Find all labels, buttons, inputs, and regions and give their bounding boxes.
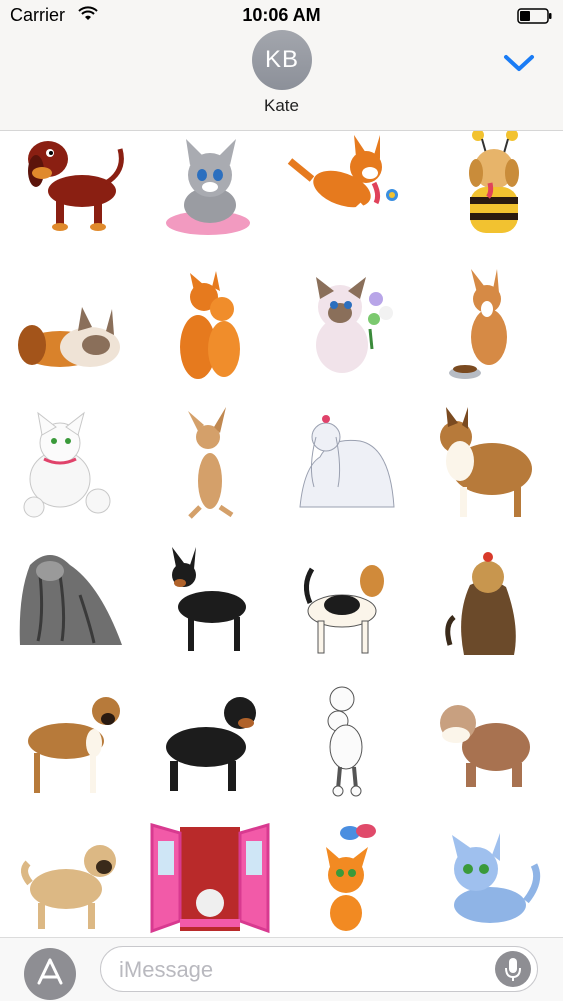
gray-kitten-icon xyxy=(166,139,250,235)
sticker-dachshund[interactable] xyxy=(10,131,130,251)
boxer-icon xyxy=(28,697,120,793)
sticker-beagle[interactable] xyxy=(290,545,410,665)
rottweiler-icon xyxy=(166,697,256,791)
kitten-window-icon xyxy=(150,823,270,934)
blue-kitten-icon xyxy=(452,833,541,923)
siamese-cat-icon xyxy=(316,277,393,373)
sticker-gray-kitten-on-cushion[interactable] xyxy=(150,131,270,251)
sticker-afghan-hound[interactable] xyxy=(10,545,130,665)
poodle-icon xyxy=(327,686,363,797)
status-bar: Carrier 10:06 AM xyxy=(0,0,563,32)
contact-avatar[interactable]: KB xyxy=(252,30,312,90)
sticker-white-cat-with-kittens[interactable] xyxy=(10,407,130,527)
sleeping-pets-icon xyxy=(18,307,120,367)
composer-bar: iMessage xyxy=(0,937,563,1001)
app-store-button[interactable] xyxy=(24,948,76,1000)
sticker-yorkshire-terrier[interactable] xyxy=(430,545,550,665)
sticker-bulldog[interactable] xyxy=(430,683,550,803)
message-input[interactable]: iMessage xyxy=(100,946,538,992)
sticker-dog-with-food-bowl[interactable] xyxy=(435,269,555,389)
beagle-icon xyxy=(304,565,384,654)
pug-icon xyxy=(21,845,116,929)
sticker-collie[interactable] xyxy=(430,407,550,527)
sticker-blue-kitten[interactable] xyxy=(430,821,550,937)
yorkie-icon xyxy=(445,552,516,655)
sticker-siamese-cat-with-flowers[interactable] xyxy=(290,269,410,389)
chevron-down-icon[interactable] xyxy=(503,52,535,74)
sticker-boxer[interactable] xyxy=(10,683,130,803)
afghan-hound-icon xyxy=(19,555,122,645)
sticker-bee-puppy[interactable] xyxy=(430,131,550,251)
sticker-grid xyxy=(0,131,563,937)
dictation-button[interactable] xyxy=(495,951,531,987)
chihuahua-icon xyxy=(188,407,234,519)
running-dog-icon xyxy=(287,135,398,232)
sticker-sleeping-puppy-and-kitten[interactable] xyxy=(10,269,130,389)
collie-icon xyxy=(440,407,532,517)
battery-icon xyxy=(517,8,552,24)
sticker-running-corgi[interactable] xyxy=(284,131,404,251)
microphone-icon xyxy=(505,958,521,981)
clock: 10:06 AM xyxy=(242,5,321,25)
sticker-orange-cat-with-butterfly[interactable] xyxy=(290,821,410,937)
app-store-icon xyxy=(37,958,63,985)
orange-cat-butterfly-icon xyxy=(326,824,376,931)
bee-costume-dog-icon xyxy=(469,131,519,233)
sticker-poodle[interactable] xyxy=(290,683,410,803)
message-placeholder: iMessage xyxy=(119,957,214,982)
contact-name[interactable]: Kate xyxy=(0,96,563,116)
conversation-header: Carrier 10:06 AM KB Kate xyxy=(0,0,563,131)
orange-cats-icon xyxy=(180,271,240,379)
dachshund-icon xyxy=(28,141,124,231)
white-cat-icon xyxy=(23,411,111,518)
sticker-chihuahua[interactable] xyxy=(150,407,270,527)
maltese-icon xyxy=(299,415,395,508)
sticker-maltese[interactable] xyxy=(290,407,410,527)
dog-food-bowl-icon xyxy=(449,269,507,379)
sticker-rottweiler[interactable] xyxy=(150,683,270,803)
bulldog-icon xyxy=(440,705,530,787)
sticker-kitten-in-window[interactable] xyxy=(150,821,270,937)
doberman-icon xyxy=(172,547,246,651)
sticker-two-orange-cats[interactable] xyxy=(150,269,270,389)
sticker-doberman[interactable] xyxy=(150,545,270,665)
sticker-pug[interactable] xyxy=(10,821,130,937)
